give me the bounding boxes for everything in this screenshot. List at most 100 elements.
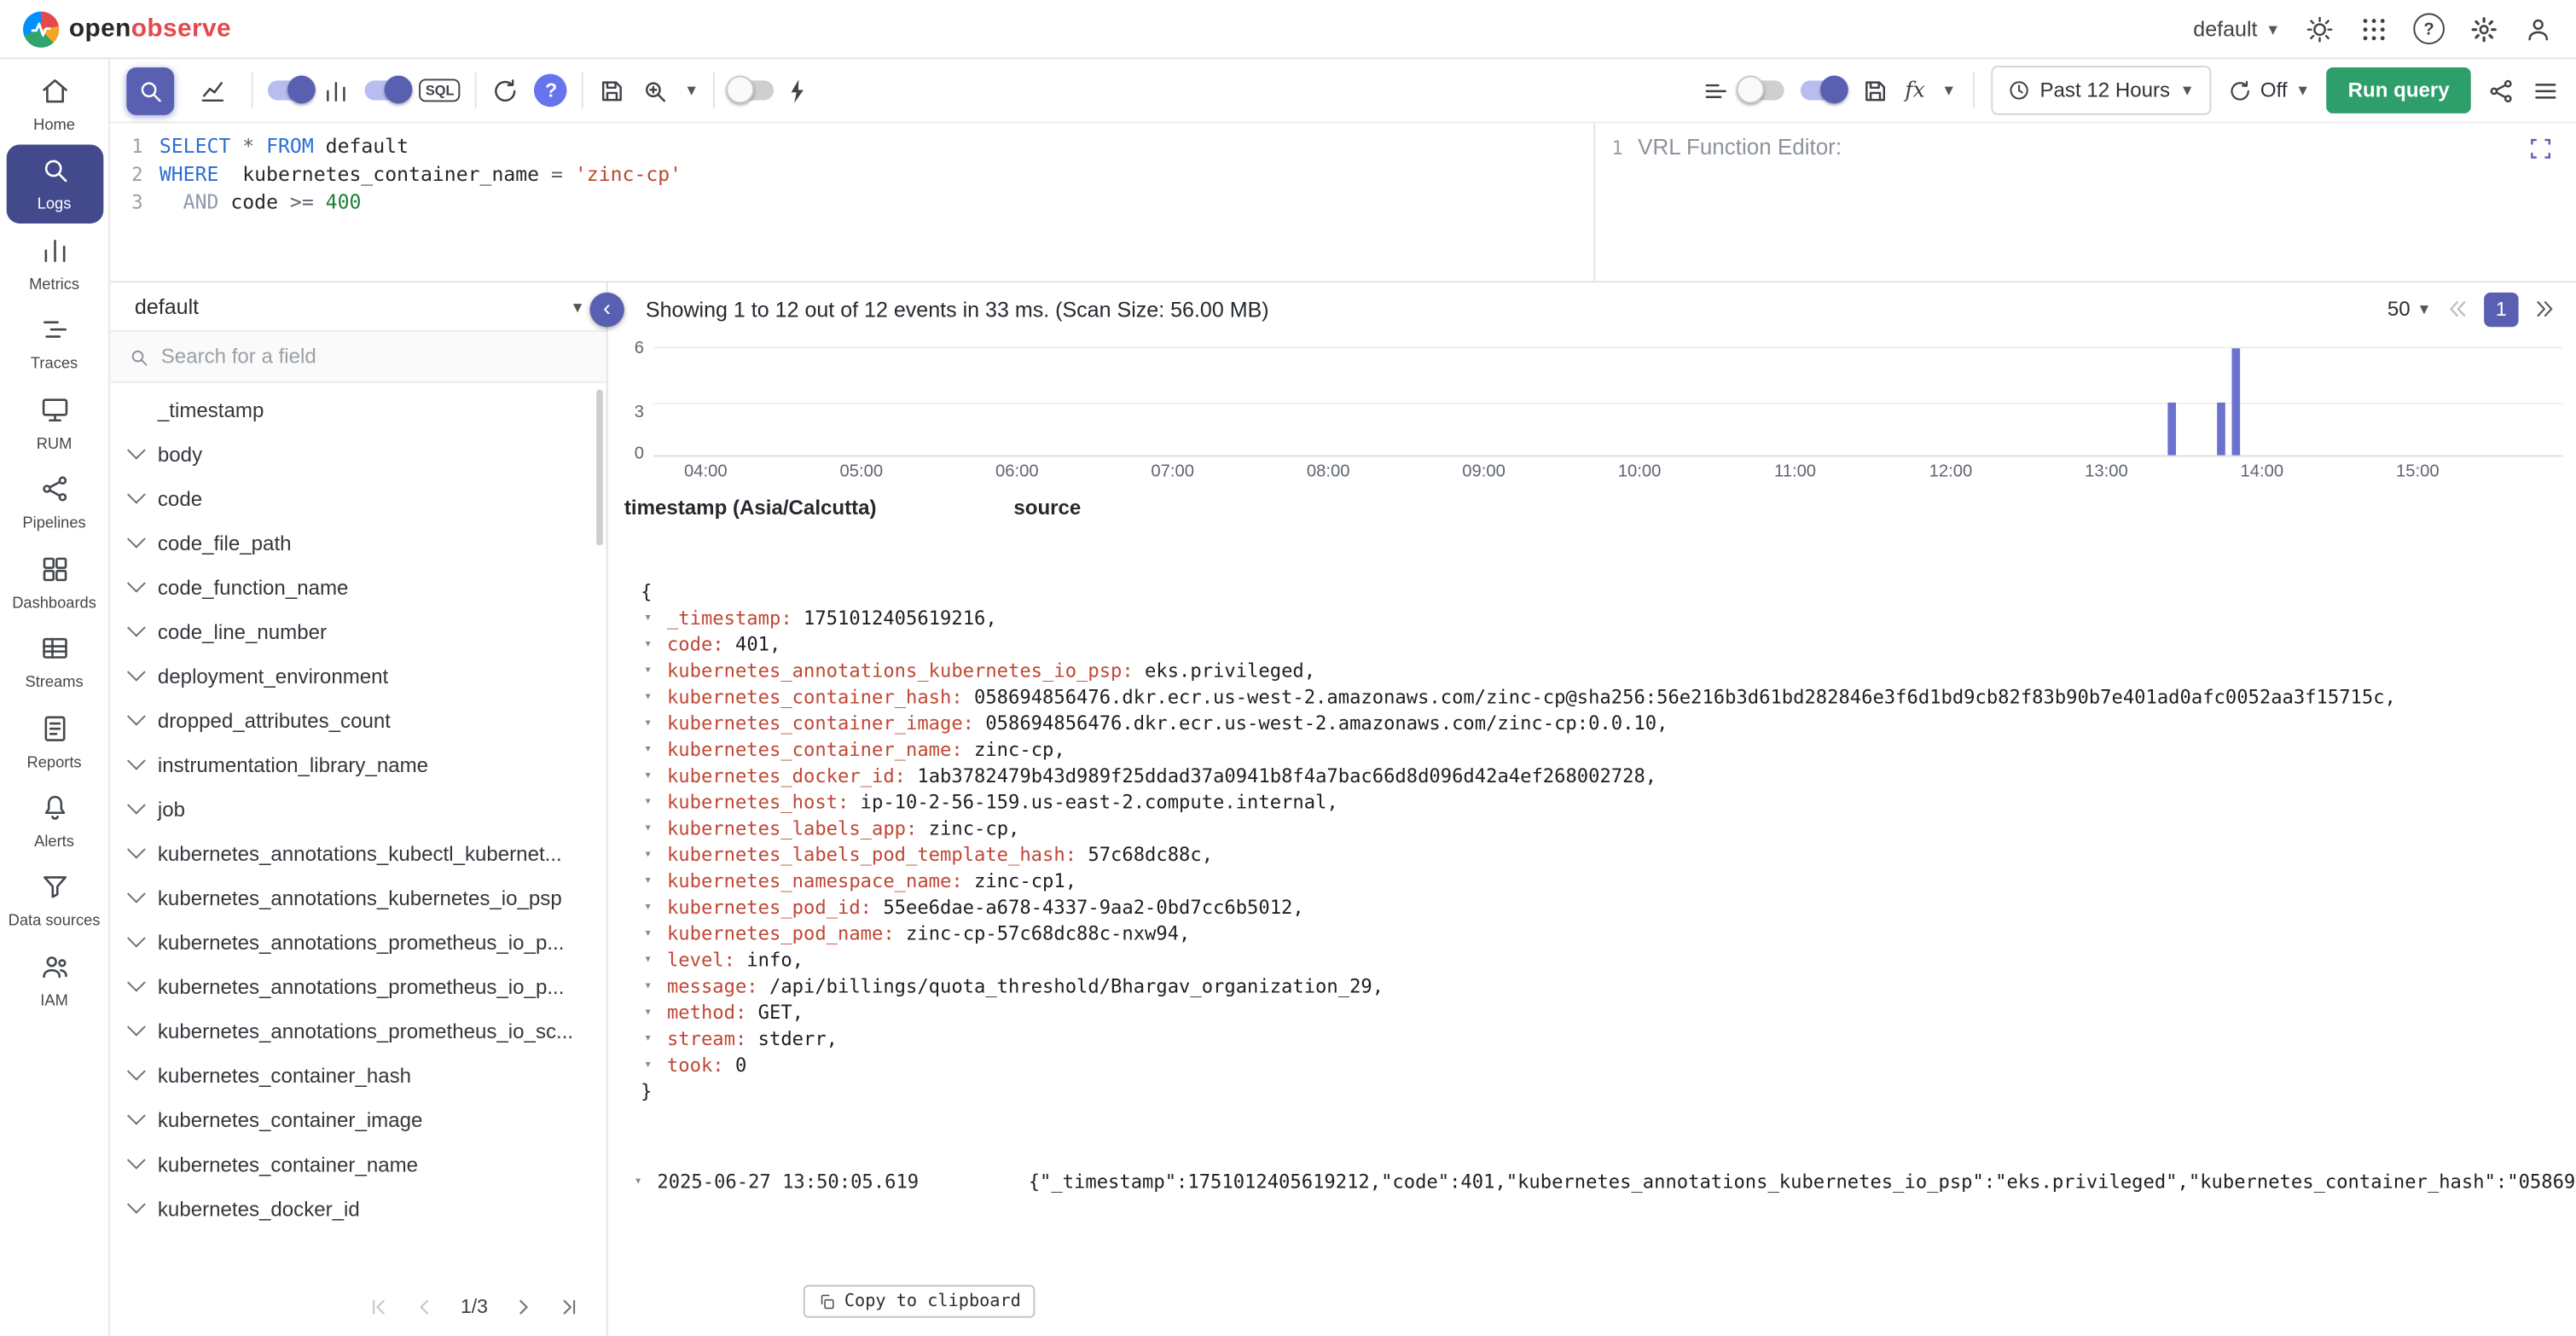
- expand-arrow-icon[interactable]: ▾: [644, 605, 667, 631]
- query-editor-line[interactable]: 3 AND code >= 400: [120, 189, 1594, 217]
- prev-pages-icon[interactable]: [2446, 298, 2469, 321]
- settings-gear-icon[interactable]: [2469, 14, 2499, 44]
- next-page-icon[interactable]: [513, 1296, 534, 1317]
- sidebar-item-data-sources[interactable]: Data sources: [6, 862, 103, 939]
- current-page-button[interactable]: 1: [2484, 292, 2518, 326]
- sidebar-item-logs[interactable]: Logs: [6, 145, 103, 223]
- histogram-toggle[interactable]: [268, 80, 312, 100]
- quick-mode-toggle[interactable]: [730, 80, 775, 100]
- query-editor-line[interactable]: 2WHERE kubernetes_container_name = 'zinc…: [120, 161, 1594, 189]
- field-item[interactable]: kubernetes_annotations_kubectl_kubernet.…: [110, 832, 606, 876]
- sidebar-item-label: RUM: [6, 437, 103, 454]
- chevron-down-icon: [127, 1107, 146, 1125]
- expand-arrow-icon[interactable]: ▾: [644, 946, 667, 973]
- stream-selector[interactable]: default ▼: [110, 282, 606, 332]
- field-item[interactable]: kubernetes_annotations_prometheus_io_sc.…: [110, 1009, 606, 1054]
- theme-toggle-icon[interactable]: [2305, 14, 2335, 44]
- expand-arrow-icon[interactable]: ▾: [644, 683, 667, 710]
- field-item[interactable]: kubernetes_container_hash: [110, 1054, 606, 1098]
- field-item[interactable]: kubernetes_annotations_kubernetes_io_psp: [110, 876, 606, 921]
- expand-arrow-icon[interactable]: ▾: [644, 1052, 667, 1078]
- field-item[interactable]: code_function_name: [110, 566, 606, 610]
- field-item[interactable]: code_file_path: [110, 521, 606, 566]
- expand-arrow-icon[interactable]: ▾: [644, 657, 667, 683]
- prev-page-icon[interactable]: [415, 1296, 436, 1317]
- field-item[interactable]: instrumentation_library_name: [110, 743, 606, 787]
- saved-search-dropdown-icon[interactable]: ▼: [684, 82, 699, 98]
- copy-to-clipboard-button[interactable]: Copy to clipboard: [804, 1285, 1036, 1318]
- sql-mode-toggle[interactable]: [365, 80, 409, 100]
- visualize-mode-button[interactable]: [189, 67, 236, 114]
- sql-query-editor[interactable]: 1SELECT * FROM default2WHERE kubernetes_…: [110, 123, 1593, 281]
- expand-arrow-icon[interactable]: ▾: [644, 788, 667, 815]
- show-query-toggle[interactable]: [1739, 80, 1784, 100]
- help-icon[interactable]: ?: [2413, 13, 2445, 44]
- save-function-icon[interactable]: [1860, 77, 1888, 105]
- auto-refresh-control[interactable]: Off ▼: [2227, 78, 2310, 102]
- field-item[interactable]: _timestamp: [110, 388, 606, 433]
- function-fx-icon[interactable]: fx: [1905, 78, 1924, 102]
- field-item[interactable]: body: [110, 433, 606, 477]
- expand-arrow-icon[interactable]: ▾: [644, 841, 667, 868]
- fullscreen-expand-icon[interactable]: [2528, 137, 2553, 161]
- sidebar-item-metrics[interactable]: Metrics: [6, 225, 103, 303]
- next-pages-icon[interactable]: [2533, 298, 2556, 321]
- field-item[interactable]: kubernetes_container_image: [110, 1098, 606, 1142]
- log-row[interactable]: ▾ 2025-06-27 13:50:05.619 {"_timestamp":…: [608, 1162, 2576, 1199]
- sidebar-item-streams[interactable]: Streams: [6, 623, 103, 700]
- field-search-input[interactable]: Search for a field: [110, 332, 606, 383]
- first-page-icon[interactable]: [368, 1296, 390, 1317]
- expand-arrow-icon[interactable]: ▾: [644, 815, 667, 841]
- expand-arrow-icon[interactable]: ▾: [644, 999, 667, 1025]
- scrollbar-thumb[interactable]: [596, 389, 603, 545]
- field-item[interactable]: kubernetes_container_name: [110, 1142, 606, 1187]
- sidebar-item-reports[interactable]: Reports: [6, 702, 103, 780]
- field-item[interactable]: kubernetes_annotations_prometheus_io_p..…: [110, 965, 606, 1009]
- pipelines-icon: [38, 484, 70, 512]
- query-help-icon[interactable]: ?: [535, 74, 568, 107]
- query-editor-line[interactable]: 1SELECT * FROM default: [120, 133, 1594, 161]
- expand-arrow-icon[interactable]: ▾: [644, 736, 667, 763]
- expand-arrow-icon[interactable]: ▾: [644, 973, 667, 999]
- collapse-fields-button[interactable]: ‹: [589, 292, 624, 326]
- sidebar-item-dashboards[interactable]: Dashboards: [6, 543, 103, 621]
- per-page-select[interactable]: 50 ▼: [2387, 298, 2432, 321]
- field-item[interactable]: deployment_environment: [110, 654, 606, 699]
- expand-arrow-icon[interactable]: ▾: [644, 710, 667, 736]
- field-item[interactable]: dropped_attributes_count: [110, 699, 606, 743]
- last-page-icon[interactable]: [559, 1296, 580, 1317]
- field-item[interactable]: kubernetes_docker_id: [110, 1187, 606, 1231]
- user-account-icon[interactable]: [2523, 14, 2553, 44]
- collapse-row-icon[interactable]: ▾: [634, 1167, 657, 1194]
- sidebar-item-rum[interactable]: RUM: [6, 384, 103, 462]
- share-icon[interactable]: [2487, 77, 2515, 105]
- time-range-picker[interactable]: Past 12 Hours ▼: [1991, 66, 2211, 115]
- expand-arrow-icon[interactable]: ▾: [644, 1025, 667, 1052]
- expand-arrow-icon[interactable]: ▾: [644, 894, 667, 921]
- saved-searches-icon[interactable]: [641, 77, 670, 105]
- function-dropdown-icon[interactable]: ▼: [1941, 82, 1956, 98]
- field-item[interactable]: code_line_number: [110, 610, 606, 654]
- sidebar-item-traces[interactable]: Traces: [6, 305, 103, 382]
- sidebar-item-alerts[interactable]: Alerts: [6, 782, 103, 860]
- org-selector[interactable]: default ▼: [2193, 16, 2280, 41]
- expand-arrow-icon[interactable]: ▾: [644, 631, 667, 658]
- search-mode-button[interactable]: [126, 67, 174, 114]
- vrl-editor-toggle[interactable]: [1800, 80, 1844, 100]
- field-item[interactable]: job: [110, 787, 606, 832]
- field-item[interactable]: code: [110, 477, 606, 521]
- expand-arrow-icon[interactable]: ▾: [644, 921, 667, 947]
- expand-arrow-icon[interactable]: ▾: [644, 868, 667, 894]
- openobserve-logo[interactable]: openobserve: [23, 11, 231, 47]
- reset-filters-icon[interactable]: [492, 77, 520, 105]
- run-query-button[interactable]: Run query: [2327, 67, 2471, 113]
- field-item[interactable]: kubernetes_annotations_prometheus_io_p..…: [110, 921, 606, 965]
- sidebar-item-pipelines[interactable]: Pipelines: [6, 463, 103, 541]
- menu-icon[interactable]: [2532, 77, 2560, 105]
- vrl-function-editor[interactable]: 1 VRL Function Editor:: [1593, 123, 2576, 281]
- sidebar-item-iam[interactable]: IAM: [6, 941, 103, 1019]
- expand-arrow-icon[interactable]: ▾: [644, 763, 667, 789]
- apps-grid-icon[interactable]: [2359, 14, 2389, 44]
- sidebar-item-home[interactable]: Home: [6, 66, 103, 143]
- save-search-icon[interactable]: [599, 77, 627, 105]
